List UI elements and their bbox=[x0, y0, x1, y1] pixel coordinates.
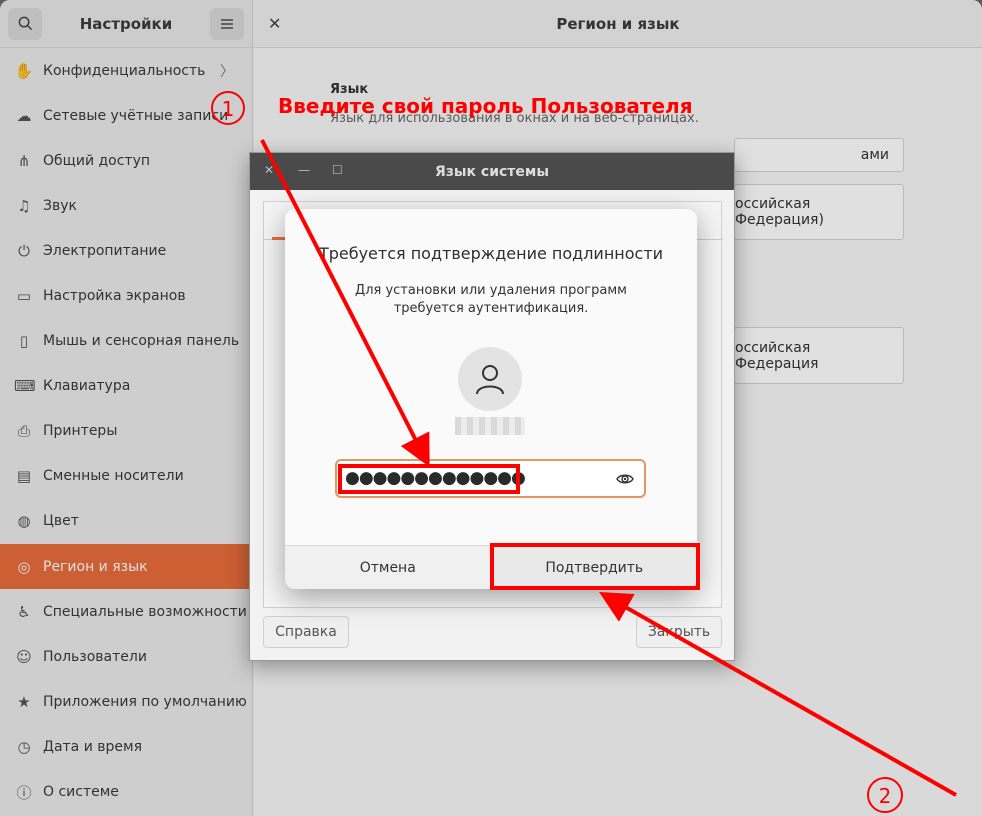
step1-number: 1 bbox=[222, 97, 235, 121]
step2-arrow bbox=[599, 592, 957, 797]
step2-number: 2 bbox=[879, 784, 892, 808]
step1-arrow bbox=[260, 139, 430, 468]
annotation-arrows: 1 2 bbox=[211, 91, 957, 813]
